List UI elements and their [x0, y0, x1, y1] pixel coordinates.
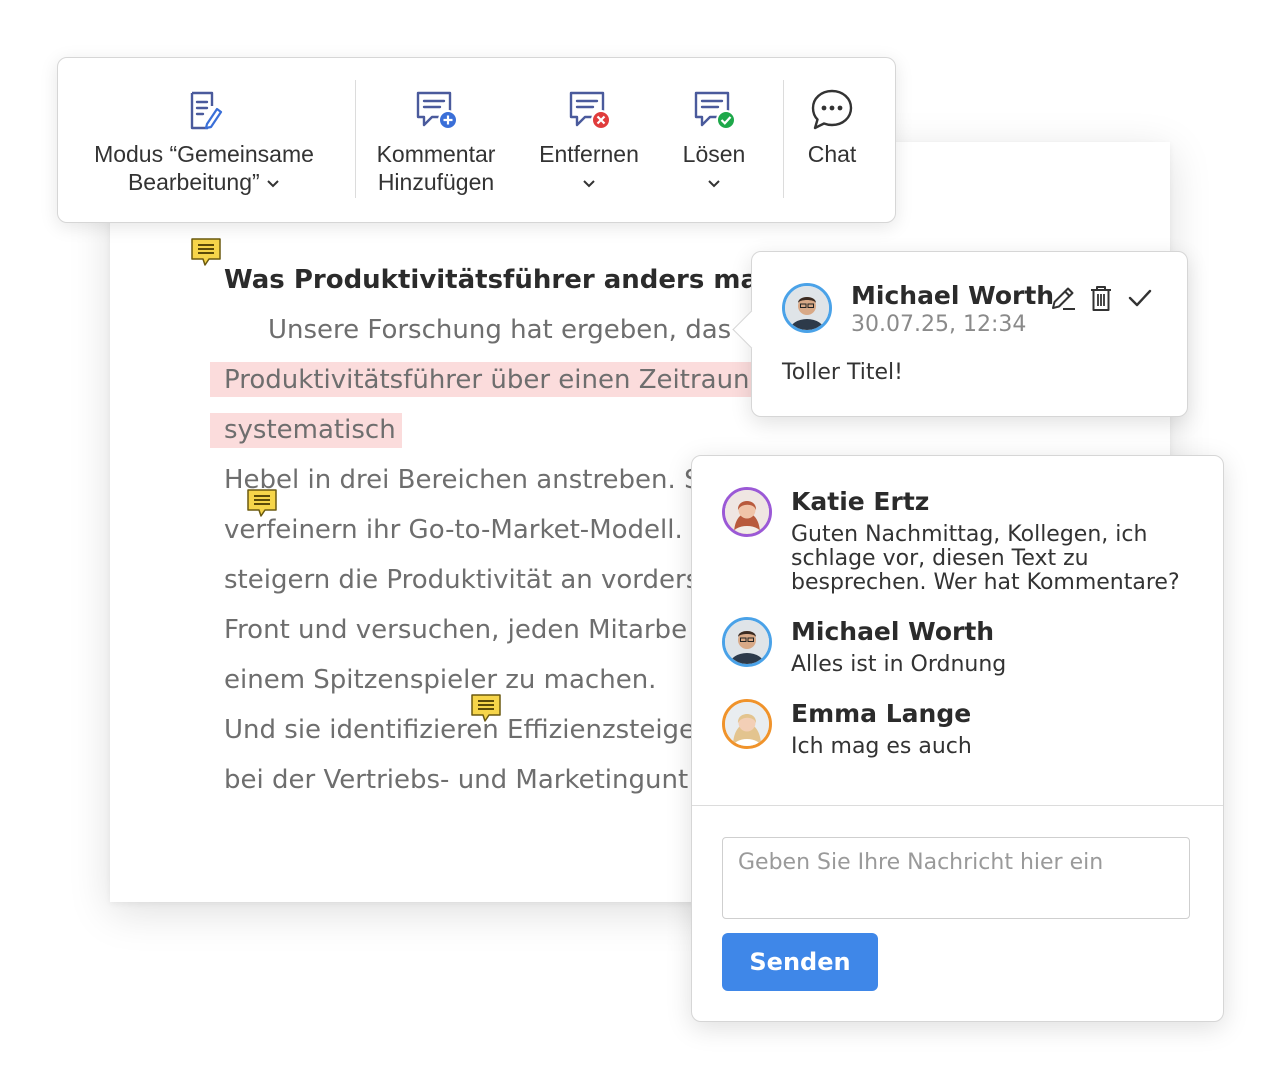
review-toolbar: Modus “Gemeinsame Bearbeitung” Kommentar…	[57, 57, 896, 223]
check-icon[interactable]	[1125, 283, 1155, 313]
comment-popup: Michael Worth 30.07.25, 12:34 Toller Tit…	[732, 251, 1188, 417]
chat-bubble-icon	[811, 89, 853, 130]
chevron-down-icon	[708, 180, 720, 188]
chat-message-text: Guten Nachmittag, Kollegen, ich schlage …	[791, 522, 1180, 595]
paragraph-line: bei der Vertriebs- und Marketingunt	[224, 765, 689, 795]
paragraph-line: Und sie identifizieren Effizienzsteige	[224, 715, 696, 745]
chat-message-text: Ich mag es auch	[791, 734, 972, 759]
chat-message-author: Michael Worth	[791, 617, 995, 646]
add-comment-button[interactable]: Kommentar Hinzufügen	[364, 58, 508, 222]
paragraph-line: steigern die Produktivität an vorders	[224, 565, 700, 595]
send-button[interactable]: Senden	[722, 933, 878, 991]
comment-add-icon	[416, 91, 458, 130]
add-comment-label: Kommentar Hinzufügen	[376, 141, 496, 195]
avatar	[722, 699, 772, 749]
chevron-down-icon	[583, 180, 595, 188]
paragraph-line: einem Spitzenspieler zu machen.	[224, 665, 657, 695]
paragraph-line: Hebel in drei Bereichen anstreben. S	[224, 465, 701, 495]
comment-author: Michael Worth	[851, 281, 1055, 310]
chat-label: Chat	[807, 141, 857, 167]
pencil-icon[interactable]	[1048, 283, 1078, 313]
chat-message-author: Katie Ertz	[791, 487, 930, 516]
resolve-comment-label: Lösen	[658, 140, 770, 196]
chat-panel: Katie Ertz Guten Nachmittag, Kollegen, i…	[691, 455, 1224, 1022]
chat-message-input[interactable]	[722, 837, 1190, 919]
edit-document-icon	[190, 91, 223, 130]
paragraph-line: Produktivitätsführer über einen Zeitraun	[224, 365, 750, 395]
paragraph-line: Unsere Forschung hat ergeben, das	[268, 315, 732, 345]
chat-message-text: Alles ist in Ordnung	[791, 652, 1007, 677]
trash-icon[interactable]	[1086, 283, 1116, 313]
comment-resolve-icon	[694, 91, 736, 130]
paragraph-line: verfeinern ihr Go-to-Market-Modell.	[224, 515, 683, 545]
avatar	[722, 487, 772, 537]
resolve-comment-button[interactable]: Lösen	[658, 58, 770, 222]
chat-message-author: Emma Lange	[791, 699, 972, 728]
remove-comment-button[interactable]: Entfernen	[524, 58, 654, 222]
comment-note-icon[interactable]	[190, 237, 222, 267]
document-heading: Was Produktivitätsführer anders mac	[224, 265, 774, 295]
toolbar-divider	[783, 80, 784, 198]
chevron-down-icon	[267, 180, 279, 188]
avatar	[722, 617, 772, 667]
chat-button[interactable]: Chat	[788, 58, 876, 222]
comment-timestamp: 30.07.25, 12:34	[851, 312, 1027, 337]
chat-divider	[692, 805, 1223, 806]
coedit-mode-button[interactable]: Modus “Gemeinsame Bearbeitung”	[76, 58, 332, 222]
comment-remove-icon	[569, 91, 611, 130]
avatar	[782, 283, 832, 333]
remove-comment-label: Entfernen	[524, 140, 654, 196]
toolbar-divider	[355, 80, 356, 198]
comment-text: Toller Titel!	[782, 360, 903, 385]
paragraph-line: systematisch	[224, 415, 396, 445]
paragraph-line: Front und versuchen, jeden Mitarbe	[224, 615, 688, 645]
coedit-mode-label: Modus “Gemeinsame Bearbeitung”	[94, 141, 314, 195]
